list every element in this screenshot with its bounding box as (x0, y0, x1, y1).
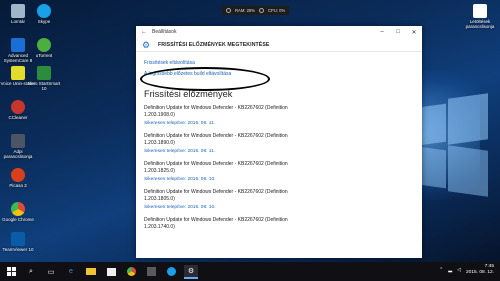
close-button[interactable]: ✕ (406, 29, 422, 36)
search-icon[interactable]: ⌕ (24, 265, 38, 279)
page-title: FRISSÍTÉSI ELŐZMÉNYEK MEGTEKINTÉSE (158, 41, 270, 48)
network-icon[interactable]: ▂ (448, 267, 452, 273)
task-view-icon[interactable]: ▭ (44, 265, 58, 279)
folder-icon (11, 134, 25, 148)
taskbar: ⌕ ▭ e ⚙ ⌃ ▂ ◁ 7:45 2015. 08. 12. (0, 262, 500, 281)
update-entry: Definition Update for Windows Defender -… (144, 133, 414, 154)
chrome-taskbar-icon[interactable] (124, 265, 138, 279)
update-entry: Definition Update for Windows Defender -… (144, 189, 414, 210)
tray-expand-icon[interactable]: ⌃ (439, 267, 443, 273)
update-name: Definition Update for Windows Defender -… (144, 161, 288, 174)
uninstall-updates-link[interactable]: Frissítések eltávolítása (144, 60, 414, 66)
ram-gauge-icon (226, 8, 231, 13)
update-name: Definition Update for Windows Defender -… (144, 105, 288, 118)
desktop-icon-picasa[interactable]: Picasa 3 (0, 168, 36, 188)
store-icon[interactable] (104, 265, 118, 279)
settings-taskbar-icon[interactable]: ⚙ (184, 264, 198, 279)
ccleaner-icon (11, 100, 25, 114)
update-status-link[interactable]: Sikeresen telepítve: 2015. 08. 11. (144, 121, 414, 126)
gear-icon: ⚙ (141, 39, 151, 50)
update-name: Definition Update for Windows Defender -… (144, 133, 288, 146)
update-status-link[interactable]: Sikeresen telepítve: 2015. 08. 10. (144, 205, 414, 210)
minimize-button[interactable]: – (374, 29, 390, 35)
start-button[interactable] (4, 265, 18, 279)
nero-icon (37, 66, 51, 80)
update-name: Definition Update for Windows Defender -… (144, 189, 288, 202)
teamviewer-icon (11, 232, 25, 246)
update-entry: Definition Update for Windows Defender -… (144, 217, 414, 230)
document-icon (473, 4, 487, 18)
desktop-icon-utorrent[interactable]: uTorrent (26, 38, 62, 58)
skype-icon (37, 4, 51, 18)
system-tray: ⌃ ▂ ◁ 7:45 2015. 08. 12. (439, 264, 494, 276)
desktop-icon-downloads[interactable]: Letöltések parancslisonja (462, 4, 498, 29)
volume-icon[interactable]: ◁ (457, 267, 461, 273)
page-header: ⚙ FRISSÍTÉSI ELŐZMÉNYEK MEGTEKINTÉSE (136, 38, 422, 52)
desktop-icon-skype[interactable]: Skype (26, 4, 62, 24)
recycle-bin-icon (11, 4, 25, 18)
update-status-link[interactable]: Sikeresen telepítve: 2015. 08. 10. (144, 177, 414, 182)
desktop-icon-nero[interactable]: Nero StartSmart 10 (26, 66, 62, 91)
system-monitor-widget: RAM: 28% CPU: 0% (222, 6, 290, 15)
picasa-icon (11, 168, 25, 182)
update-entry: Definition Update for Windows Defender -… (144, 161, 414, 182)
window-title: Beállítások (152, 29, 177, 35)
back-arrow-icon[interactable]: ← (136, 29, 152, 35)
app-taskbar-icon[interactable] (144, 265, 158, 279)
advanced-systemcare-icon (11, 38, 25, 52)
cpu-usage: CPU: 0% (268, 8, 286, 13)
chrome-icon (11, 202, 25, 216)
rollback-build-link[interactable]: A legfrissebb előzetes build eltávolítás… (144, 71, 414, 77)
update-entry: Definition Update for Windows Defender -… (144, 105, 414, 126)
voice-uninstaller-icon (11, 66, 25, 80)
desktop-icon-teamviewer[interactable]: TeamViewer 10 (0, 232, 36, 252)
window-titlebar: ← Beállítások – □ ✕ (136, 26, 422, 38)
windows-logo-icon (6, 267, 16, 276)
file-explorer-icon[interactable] (84, 265, 98, 279)
cpu-gauge-icon (259, 8, 265, 13)
wallpaper-logo-pane (448, 145, 488, 197)
desktop-icon-adpi[interactable]: Adpi parancslisonja (0, 134, 36, 159)
ram-usage: RAM: 28% (235, 8, 256, 13)
utorrent-icon (37, 38, 51, 52)
update-history-heading: Frissítési előzmények (144, 89, 233, 99)
clock-date: 2015. 08. 12. (465, 269, 494, 275)
settings-window: ← Beállítások – □ ✕ ⚙ FRISSÍTÉSI ELŐZMÉN… (136, 26, 422, 258)
edge-browser-icon[interactable]: e (64, 265, 78, 279)
content-area: Frissítések eltávolítása A legfrissebb e… (136, 52, 422, 230)
desktop-icon-chrome[interactable]: Google Chrome (0, 202, 36, 222)
desktop-icon-ccleaner[interactable]: CCleaner (0, 100, 36, 120)
wallpaper-logo-pane (448, 93, 488, 145)
skype-taskbar-icon[interactable] (164, 265, 178, 279)
update-name: Definition Update for Windows Defender -… (144, 217, 288, 230)
update-status-link[interactable]: Sikeresen telepítve: 2015. 08. 11. (144, 149, 414, 154)
maximize-button[interactable]: □ (390, 29, 406, 35)
clock[interactable]: 7:45 2015. 08. 12. (466, 264, 494, 276)
